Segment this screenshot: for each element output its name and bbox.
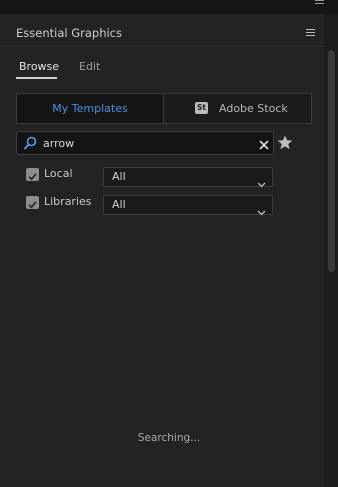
local-filter-row: Local: [26, 166, 86, 186]
local-dropdown-value: All: [112, 170, 126, 183]
local-dropdown[interactable]: All: [103, 167, 273, 188]
top-strip: [0, 0, 338, 14]
tab-browse[interactable]: Browse: [19, 60, 59, 73]
tab-edit[interactable]: Edit: [79, 60, 100, 73]
libraries-label: Libraries: [44, 195, 92, 208]
my-templates-button[interactable]: My Templates: [17, 94, 163, 123]
libraries-dropdown-value: All: [112, 198, 126, 211]
panel-title: Essential Graphics: [16, 26, 122, 40]
chevron-down-icon: [257, 173, 266, 192]
active-tab-underline: [16, 77, 57, 79]
adobe-stock-label: Adobe Stock: [219, 102, 288, 115]
search-status: Searching...: [137, 432, 201, 444]
adobe-stock-button[interactable]: St Adobe Stock: [164, 94, 311, 123]
header-divider: [0, 46, 324, 47]
libraries-filter-row: Libraries: [26, 194, 96, 214]
scrollbar-thumb[interactable]: [328, 50, 335, 272]
panel-menu-icon[interactable]: [306, 29, 315, 37]
search-icon: [24, 135, 37, 154]
adobe-stock-badge-icon: St: [195, 102, 208, 114]
libraries-dropdown[interactable]: All: [103, 195, 273, 216]
essential-graphics-panel: [0, 14, 324, 487]
local-label: Local: [44, 167, 73, 180]
local-checkbox[interactable]: [26, 168, 39, 181]
search-box[interactable]: [16, 131, 274, 155]
source-toggle: My Templates St Adobe Stock: [16, 93, 312, 124]
search-input[interactable]: [43, 134, 233, 152]
star-icon[interactable]: [277, 135, 293, 154]
chevron-down-icon: [257, 201, 266, 220]
window-menu-icon[interactable]: [315, 0, 324, 7]
clear-icon[interactable]: [258, 136, 270, 150]
libraries-checkbox[interactable]: [26, 196, 39, 209]
